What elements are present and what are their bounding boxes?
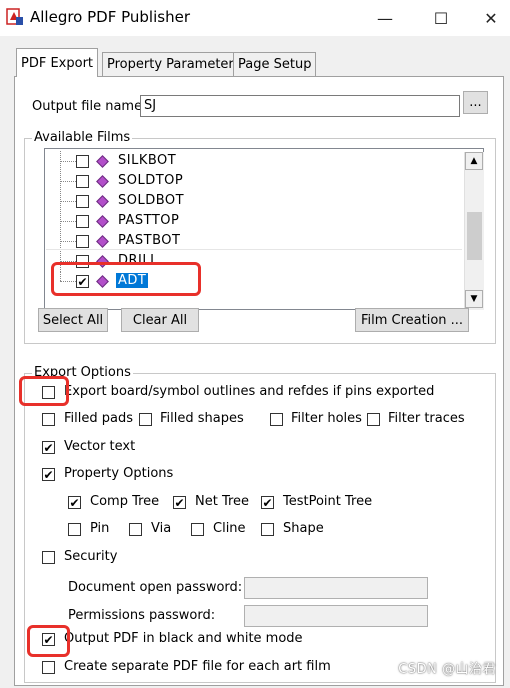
select-all-label: Select All bbox=[42, 312, 104, 328]
minimize-icon: — bbox=[377, 8, 393, 28]
tree-connector bbox=[60, 201, 76, 202]
maximize-button[interactable]: ☐ bbox=[418, 2, 464, 34]
pin-label: Pin bbox=[90, 521, 110, 536]
filled-pads-checkbox[interactable] bbox=[42, 413, 55, 426]
tree-connector bbox=[60, 241, 76, 242]
net-tree-checkbox[interactable]: ✔ bbox=[173, 496, 186, 509]
board-outlines-label: Export board/symbol outlines and refdes … bbox=[64, 384, 435, 399]
films-scrollbar[interactable]: ▲ ▼ bbox=[464, 152, 484, 310]
film-layer-icon bbox=[96, 195, 109, 208]
cline-label: Cline bbox=[213, 521, 246, 536]
vector-text-label: Vector text bbox=[64, 439, 136, 454]
close-icon: ✕ bbox=[484, 8, 498, 28]
film-checkbox[interactable] bbox=[76, 175, 89, 188]
select-all-button[interactable]: Select All bbox=[38, 308, 108, 332]
film-layer-icon bbox=[96, 215, 109, 228]
scroll-up-icon[interactable]: ▲ bbox=[465, 152, 483, 170]
film-creation-button[interactable]: Film Creation ... bbox=[355, 308, 469, 332]
tab-pdf-export[interactable]: PDF Export bbox=[16, 48, 99, 77]
filter-holes-label: Filter holes bbox=[291, 411, 362, 426]
output-file-input[interactable]: SJ bbox=[140, 95, 460, 117]
permissions-password-label: Permissions password: bbox=[68, 608, 216, 623]
film-checkbox[interactable] bbox=[76, 215, 89, 228]
document-open-password-input[interactable] bbox=[244, 577, 428, 599]
testpoint-tree-label: TestPoint Tree bbox=[283, 494, 373, 509]
available-films-title: Available Films bbox=[32, 130, 133, 145]
tree-connector bbox=[60, 191, 61, 212]
output-file-label: Output file name: bbox=[32, 99, 147, 114]
film-item-soldbot[interactable]: SOLDBOT bbox=[46, 191, 462, 212]
filter-holes-checkbox[interactable] bbox=[270, 413, 283, 426]
property-options-checkbox[interactable]: ✔ bbox=[42, 468, 55, 481]
scroll-down-icon[interactable]: ▼ bbox=[465, 290, 483, 308]
tab-label: Property Parameters bbox=[107, 57, 241, 72]
tree-connector bbox=[60, 221, 76, 222]
black-white-highlight-box bbox=[27, 625, 70, 657]
close-button[interactable]: ✕ bbox=[472, 2, 510, 34]
filled-pads-label: Filled pads bbox=[64, 411, 133, 426]
tree-connector bbox=[60, 151, 61, 172]
permissions-password-input[interactable] bbox=[244, 605, 428, 627]
film-item-pasttop[interactable]: PASTTOP bbox=[46, 211, 462, 232]
film-checkbox[interactable] bbox=[76, 155, 89, 168]
window-title: Allegro PDF Publisher bbox=[30, 8, 190, 26]
film-checkbox[interactable] bbox=[76, 195, 89, 208]
film-label: PASTBOT bbox=[118, 233, 181, 248]
film-label: SILKBOT bbox=[118, 153, 177, 168]
pin-checkbox[interactable] bbox=[68, 523, 81, 536]
film-layer-icon bbox=[96, 155, 109, 168]
film-item-soldtop[interactable]: SOLDTOP bbox=[46, 171, 462, 192]
film-creation-label: Film Creation ... bbox=[360, 312, 464, 328]
filter-traces-label: Filter traces bbox=[388, 411, 465, 426]
film-layer-icon bbox=[96, 235, 109, 248]
tab-property-parameters[interactable]: Property Parameters bbox=[102, 52, 246, 76]
adt-highlight-box bbox=[51, 262, 201, 296]
tab-page-setup[interactable]: Page Setup bbox=[233, 52, 317, 76]
tab-label: PDF Export bbox=[21, 55, 94, 71]
document-open-password-label: Document open password: bbox=[68, 580, 243, 595]
maximize-icon: ☐ bbox=[433, 8, 449, 28]
security-checkbox[interactable] bbox=[42, 551, 55, 564]
tree-connector bbox=[60, 171, 61, 192]
shape-label: Shape bbox=[283, 521, 324, 536]
via-checkbox[interactable] bbox=[129, 523, 142, 536]
shape-checkbox[interactable] bbox=[261, 523, 274, 536]
csdn-watermark: CSDN @山治君 bbox=[398, 662, 496, 677]
tree-connector bbox=[60, 161, 76, 162]
comp-tree-checkbox[interactable]: ✔ bbox=[68, 496, 81, 509]
tree-connector bbox=[60, 181, 76, 182]
net-tree-label: Net Tree bbox=[195, 494, 250, 509]
pdf-publisher-app-icon bbox=[6, 8, 23, 25]
clear-all-button[interactable]: Clear All bbox=[121, 308, 199, 332]
security-label: Security bbox=[64, 549, 118, 564]
filter-traces-checkbox[interactable] bbox=[367, 413, 380, 426]
comp-tree-label: Comp Tree bbox=[90, 494, 160, 509]
scroll-thumb[interactable] bbox=[467, 212, 482, 260]
film-item-silkbot[interactable]: SILKBOT bbox=[46, 151, 462, 172]
browse-button[interactable]: ... bbox=[463, 91, 488, 114]
tree-separator bbox=[46, 249, 462, 250]
board-outlines-highlight-box bbox=[19, 376, 69, 406]
cline-checkbox[interactable] bbox=[191, 523, 204, 536]
property-options-label: Property Options bbox=[64, 466, 174, 481]
film-layer-icon bbox=[96, 175, 109, 188]
via-label: Via bbox=[151, 521, 172, 536]
browse-label: ... bbox=[469, 95, 482, 110]
filled-shapes-checkbox[interactable] bbox=[139, 413, 152, 426]
filled-shapes-label: Filled shapes bbox=[160, 411, 244, 426]
separate-pdf-label: Create separate PDF file for each art fi… bbox=[64, 659, 331, 674]
black-white-label: Output PDF in black and white mode bbox=[64, 631, 303, 646]
vector-text-checkbox[interactable]: ✔ bbox=[42, 441, 55, 454]
testpoint-tree-checkbox[interactable]: ✔ bbox=[261, 496, 274, 509]
film-checkbox[interactable] bbox=[76, 235, 89, 248]
minimize-button[interactable]: — bbox=[362, 2, 408, 34]
tree-connector bbox=[60, 211, 61, 232]
film-label: SOLDTOP bbox=[118, 173, 184, 188]
tab-label: Page Setup bbox=[238, 57, 312, 72]
separate-pdf-checkbox[interactable] bbox=[42, 661, 55, 674]
film-label: PASTTOP bbox=[118, 213, 180, 228]
clear-all-label: Clear All bbox=[132, 312, 188, 328]
film-label: SOLDBOT bbox=[118, 193, 185, 208]
